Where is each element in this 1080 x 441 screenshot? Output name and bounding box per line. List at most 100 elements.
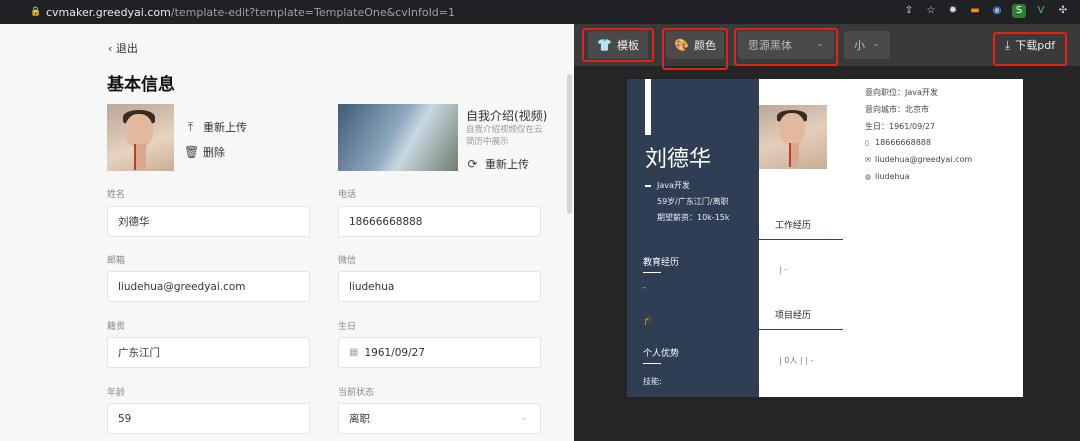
email-label: 邮箱 [107,256,126,266]
font-highlight [734,28,838,66]
age-field[interactable]: 59 [107,403,310,434]
resume-phone: ▯ 18666668888 [865,138,931,147]
resume-job: Java开发 [645,180,690,191]
resume-sidebar: 刘德华 Java开发 59岁/广东江门/离职 期望薪资：10k-15k 教育经历… [627,79,759,397]
resume-wechat: ◍ liudehua [865,172,910,181]
birthday-value: 1961/09/27 [364,346,425,359]
upload-icon: ⤒ [187,119,194,134]
editor-panel: ‹ 退出 基本信息 ⤒ 重新上传 🗑 删除 自我介绍(视频) 自我介绍视频仅在云… [0,24,574,441]
chevron-down-icon: ⌄ [520,413,528,423]
strengths-rule [643,363,661,364]
project-rule [759,329,843,330]
resume-meta: 59岁/广东江门/离职 [657,197,729,206]
extension-orange-icon[interactable]: ▬ [968,4,982,18]
extension-puzzle-icon[interactable]: ✣ [1056,4,1070,18]
vue-extension-icon[interactable]: V [1034,4,1048,18]
birthday-label: 生日 [338,322,357,332]
origin-field[interactable]: 广东江门 [107,337,310,368]
refresh-icon: ⟳ [467,156,478,171]
resume-email: ✉ liudehua@greedyai.com [865,155,972,164]
wechat-field[interactable]: liudehua [338,271,541,302]
work-value: | - [779,265,788,274]
age-label: 年龄 [107,388,126,398]
dash-icon [645,184,651,187]
email-value: liudehua@greedyai.com [118,280,246,293]
name-label: 姓名 [107,190,126,200]
phone-field[interactable]: 18666668888 [338,206,541,237]
education-title: 教育经历 [643,258,680,268]
resume-name: 刘德华 [645,147,712,172]
birthday-picker[interactable]: ▦ 1961/09/27 [338,337,541,368]
status-select[interactable]: 离职 ⌄ [338,403,541,434]
template-highlight [582,28,654,62]
share-icon[interactable]: ⇪ [902,4,916,18]
name-value: 刘德华 [118,216,150,228]
resume-photo-hands [789,143,799,167]
strengths-title: 个人优势 [643,349,680,359]
back-button[interactable]: ‹ 退出 [108,40,138,56]
download-highlight [993,32,1067,66]
status-label: 当前状态 [338,388,375,398]
project-value: | 0人 | | - [779,356,814,365]
resume-photo [759,105,827,169]
avatar[interactable] [107,104,174,171]
color-highlight [662,28,728,70]
delete-photo-label: 删除 [203,146,225,159]
phone-value: 18666668888 [349,215,423,228]
delete-photo-button[interactable]: 🗑 删除 [184,144,225,160]
url-path: /template-edit?template=TemplateOne&cvIn… [170,5,456,19]
extension-blue-icon[interactable]: ◉ [990,4,1004,18]
wechat-value: liudehua [349,280,395,293]
intent-city: 意向城市：北京市 [865,105,929,114]
lock-icon: 🔒 [30,7,42,17]
resume-email-text: liudehua@greedyai.com [875,155,973,164]
resume-accent-bar [645,79,651,135]
phone-icon: ▯ [865,139,869,147]
wechat-label: 微信 [338,256,357,266]
avatar-face [125,114,153,148]
reupload-photo-button[interactable]: ⤒ 重新上传 [184,119,247,135]
education-value: - [643,283,646,292]
work-rule [759,239,843,240]
resume-wechat-text: liudehua [875,172,910,181]
video-title: 自我介绍(视频) [466,109,548,123]
reupload-video-button[interactable]: ⟳ 重新上传 [466,156,529,172]
resume-job-text: Java开发 [657,181,690,190]
browser-address-bar: 🔒 cvmaker.greedyai.com/template-edit?tem… [0,0,1080,24]
reupload-video-label: 重新上传 [485,158,529,171]
intent-position: 意向职位：Java开发 [865,88,938,97]
resume-preview: 刘德华 Java开发 59岁/广东江门/离职 期望薪资：10k-15k 教育经历… [627,79,1023,397]
wechat-icon: ◍ [865,173,872,181]
url-host: cvmaker.greedyai.com [46,5,171,19]
age-value: 59 [118,412,132,425]
url-text[interactable]: cvmaker.greedyai.com/template-edit?templ… [46,6,455,19]
work-title: 工作经历 [775,221,812,231]
resume-photo-face [779,113,805,145]
mail-icon: ✉ [865,156,871,164]
extension-green-icon[interactable]: S [1012,4,1026,18]
extension-gear-icon[interactable]: ✹ [946,4,960,18]
reupload-photo-label: 重新上传 [203,121,247,134]
size-select[interactable]: 小 ⌄ [844,31,890,59]
star-icon[interactable]: ☆ [924,4,938,18]
video-thumbnail[interactable] [338,104,458,171]
education-rule [643,272,661,273]
email-field[interactable]: liudehua@greedyai.com [107,271,310,302]
browser-extension-icons: ⇪ ☆ ✹ ▬ ◉ S V ✣ [902,4,1070,18]
name-field[interactable]: 刘德华 [107,206,310,237]
origin-label: 籍贯 [107,322,126,332]
project-title: 项目经历 [775,311,812,321]
skills-label: 技能: [643,377,662,386]
chevron-down-icon: ⌄ [872,39,880,49]
graduation-cap-icon: 🎓 [643,316,655,326]
origin-value: 广东江门 [118,347,160,359]
trash-icon: 🗑 [184,144,200,159]
resume-salary: 期望薪资：10k-15k [657,213,730,222]
back-label: 退出 [115,42,138,55]
resume-phone-text: 18666668888 [875,138,931,147]
video-note: 自我介绍视频仅在云简历中展示 [466,125,543,147]
size-value: 小 [854,39,865,52]
preview-panel: 👕 模板 🎨 颜色 思源黑体 ⌄ 小 ⌄ ⤓ 下载pdf 刘德华 Java开发 … [574,24,1080,441]
scrollbar[interactable] [567,74,572,214]
resume-birthday: 生日：1961/09/27 [865,122,936,131]
